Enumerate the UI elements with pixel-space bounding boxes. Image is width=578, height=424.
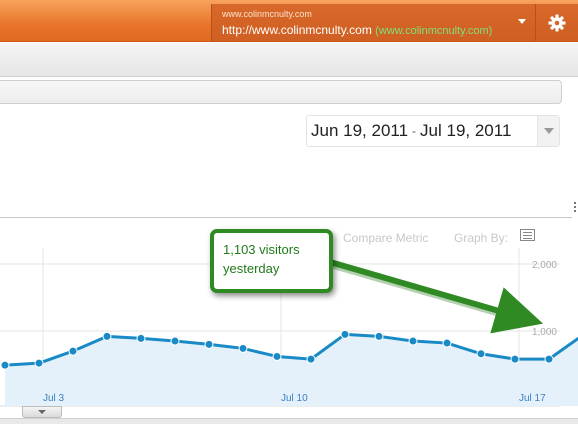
chart-point (204, 339, 214, 349)
chart-point (102, 331, 112, 341)
chart-point (136, 333, 146, 343)
chart-point (442, 338, 452, 348)
x-tick-label: Jul 10 (281, 393, 308, 404)
chart-point (510, 354, 520, 364)
chart-point (544, 354, 554, 364)
chart-point (238, 343, 248, 353)
chart-y-labels: 1,000 2,000 (532, 260, 557, 338)
x-tick-label: Jul 17 (519, 393, 546, 404)
chart-point (408, 336, 418, 346)
y-tick-label: 1,000 (532, 327, 557, 338)
collapse-toggle[interactable] (22, 406, 62, 418)
chart-point (374, 331, 384, 341)
annotation-arrow (329, 259, 544, 334)
annotation-callout: 1,103 visitors yesterday (210, 229, 333, 293)
visitors-line-chart: Jul 3 Jul 10 Jul 17 1,000 2,000 (0, 248, 578, 407)
chart-point (170, 336, 180, 346)
chart-point (272, 351, 282, 361)
chart-point (306, 354, 316, 364)
horizontal-scrollbar[interactable] (0, 418, 578, 424)
callout-line-1: 1,103 visitors (223, 242, 300, 257)
chart-point (476, 349, 486, 359)
x-tick-label: Jul 3 (43, 393, 65, 404)
y-tick-label: 2,000 (532, 260, 557, 271)
chart-point (340, 329, 350, 339)
chart-point (68, 346, 78, 356)
callout-line-2: yesterday (223, 261, 280, 276)
chart-point (34, 358, 44, 368)
chart-point (0, 360, 10, 370)
